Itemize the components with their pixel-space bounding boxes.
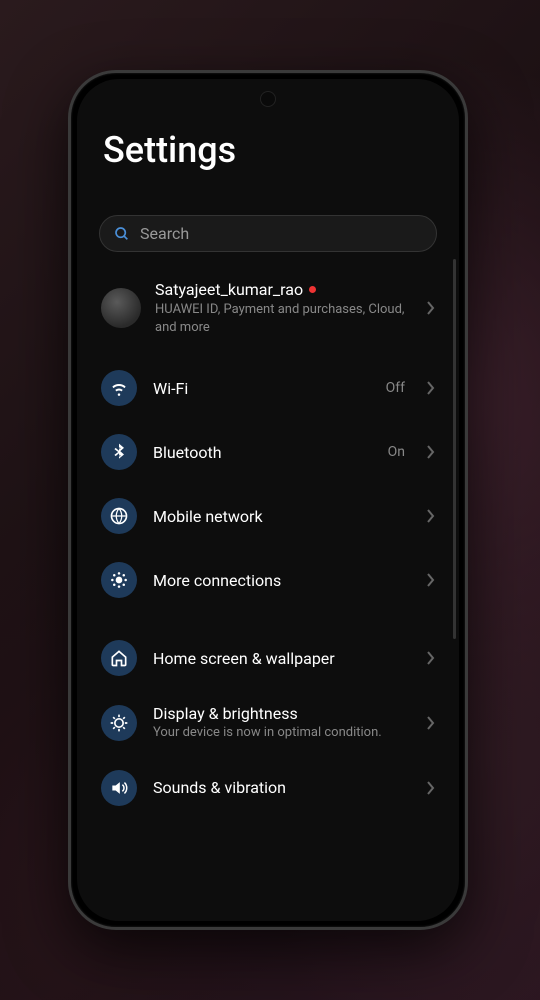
settings-item-bluetooth[interactable]: Bluetooth On bbox=[99, 420, 437, 484]
chevron-right-icon bbox=[427, 381, 435, 395]
account-subtitle: HUAWEI ID, Payment and purchases, Cloud,… bbox=[155, 301, 413, 336]
notification-dot bbox=[309, 286, 316, 293]
settings-item-more-connections[interactable]: More connections bbox=[99, 548, 437, 612]
search-placeholder: Search bbox=[140, 224, 189, 243]
search-icon bbox=[114, 226, 130, 242]
phone-frame: Settings Search Satyajeet_kumar_rao HUAW… bbox=[68, 70, 468, 930]
bluetooth-icon bbox=[101, 434, 137, 470]
account-row[interactable]: Satyajeet_kumar_rao HUAWEI ID, Payment a… bbox=[99, 274, 437, 356]
chevron-right-icon bbox=[427, 716, 435, 730]
item-label: Wi-Fi bbox=[153, 379, 370, 398]
chevron-right-icon bbox=[427, 651, 435, 665]
settings-list: Wi-Fi Off Bluetooth On Mobile network bbox=[99, 356, 437, 820]
page-title: Settings bbox=[103, 129, 437, 171]
item-label: Home screen & wallpaper bbox=[153, 649, 411, 668]
item-subtitle: Your device is now in optimal condition. bbox=[153, 725, 411, 742]
settings-item-wifi[interactable]: Wi-Fi Off bbox=[99, 356, 437, 420]
item-label: Mobile network bbox=[153, 507, 411, 526]
chevron-right-icon bbox=[427, 781, 435, 795]
settings-item-sounds[interactable]: Sounds & vibration bbox=[99, 756, 437, 820]
item-label: Sounds & vibration bbox=[153, 778, 411, 797]
screen: Settings Search Satyajeet_kumar_rao HUAW… bbox=[77, 79, 459, 921]
settings-item-mobile-network[interactable]: Mobile network bbox=[99, 484, 437, 548]
account-name: Satyajeet_kumar_rao bbox=[155, 280, 303, 299]
item-value: On bbox=[388, 444, 405, 460]
chevron-right-icon bbox=[427, 301, 435, 315]
more-connections-icon bbox=[101, 562, 137, 598]
chevron-right-icon bbox=[427, 573, 435, 587]
account-text: Satyajeet_kumar_rao HUAWEI ID, Payment a… bbox=[155, 280, 413, 336]
settings-item-display[interactable]: Display & brightness Your device is now … bbox=[99, 690, 437, 756]
item-label: Display & brightness bbox=[153, 704, 411, 723]
search-input[interactable]: Search bbox=[99, 215, 437, 252]
item-label: Bluetooth bbox=[153, 443, 372, 462]
mobile-network-icon bbox=[101, 498, 137, 534]
home-screen-icon bbox=[101, 640, 137, 676]
sounds-icon bbox=[101, 770, 137, 806]
chevron-right-icon bbox=[427, 445, 435, 459]
wifi-icon bbox=[101, 370, 137, 406]
chevron-right-icon bbox=[427, 509, 435, 523]
display-icon bbox=[101, 705, 137, 741]
avatar bbox=[101, 288, 141, 328]
item-value: Off bbox=[386, 380, 405, 396]
item-label: More connections bbox=[153, 571, 411, 590]
settings-item-home-screen[interactable]: Home screen & wallpaper bbox=[99, 626, 437, 690]
phone-side-button bbox=[467, 353, 468, 443]
scrollbar[interactable] bbox=[453, 259, 456, 639]
